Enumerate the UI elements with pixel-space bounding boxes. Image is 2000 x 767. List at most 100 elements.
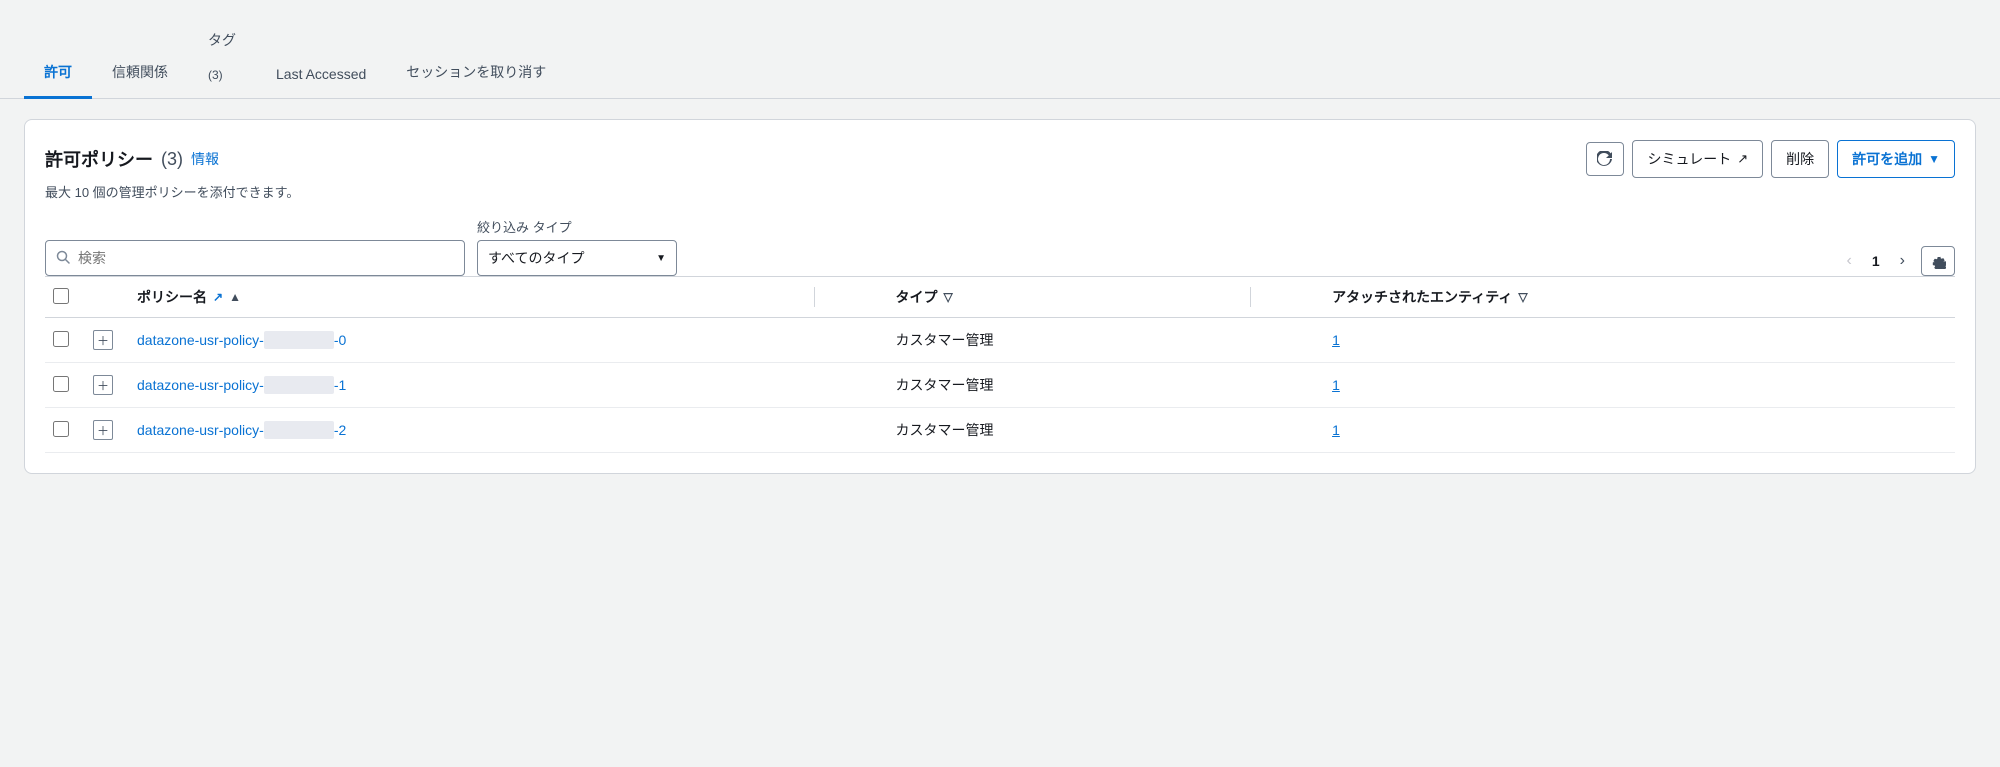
card-header: 許可ポリシー (3) 情報 シミュレート ↗ 削除 許可を追加 ▼ [45, 140, 1955, 178]
simulate-label: シミュレート [1647, 149, 1731, 169]
entities-link-2[interactable]: 1 [1332, 422, 1340, 438]
card-title-group: 許可ポリシー (3) 情報 [45, 146, 219, 172]
row-expand-cell: ＋ [81, 408, 125, 453]
tab-tags[interactable]: タグ (3) [188, 0, 256, 99]
main-content: 許可ポリシー (3) 情報 シミュレート ↗ 削除 許可を追加 ▼ [0, 99, 2000, 494]
table-settings-button[interactable] [1921, 246, 1955, 276]
table-row: ＋ datazone-usr-policy- -0 カスタマー管理 1 [45, 318, 1955, 363]
header-expand-cell [81, 277, 125, 318]
filter-type-label: 絞り込み タイプ [477, 217, 677, 236]
action-buttons: シミュレート ↗ 削除 許可を追加 ▼ [1586, 140, 1955, 178]
expand-row-icon-2[interactable]: ＋ [93, 420, 113, 440]
header-divider-2 [1236, 277, 1320, 318]
add-label: 許可を追加 [1852, 149, 1922, 169]
sort-desc-icon-type: ▽ [943, 290, 952, 304]
external-link-icon: ↗ [213, 290, 223, 304]
row-divider-2-1 [1236, 363, 1320, 408]
policy-table: ポリシー名 ↗ ▲ タイプ ▽ [45, 276, 1955, 453]
header-checkbox-cell [45, 277, 81, 318]
row-checkbox-cell [45, 408, 81, 453]
row-divider-2-2 [1236, 408, 1320, 453]
sort-name[interactable]: ポリシー名 ↗ ▲ [137, 287, 788, 307]
tabs-bar: 許可 信頼関係 タグ (3) Last Accessed セッションを取り消す [0, 0, 2000, 99]
next-page-button[interactable]: › [1892, 248, 1913, 274]
row-name-cell-0: datazone-usr-policy- -0 [125, 318, 800, 363]
gear-icon [1930, 253, 1946, 269]
entities-link-1[interactable]: 1 [1332, 377, 1340, 393]
row-checkbox-0[interactable] [53, 331, 69, 347]
policy-link-prefix-0[interactable]: datazone-usr-policy- [137, 332, 264, 348]
row-type-2: カスタマー管理 [883, 408, 1236, 453]
filter-row: 絞り込み タイプ すべてのタイプ AWS 管理 カスタマー管理 インラインポリシ… [45, 217, 1955, 276]
row-checkbox-1[interactable] [53, 376, 69, 392]
row-name-cell-1: datazone-usr-policy- -1 [125, 363, 800, 408]
select-all-checkbox[interactable] [53, 288, 69, 304]
tab-permissions[interactable]: 許可 [24, 48, 92, 99]
tab-trust[interactable]: 信頼関係 [92, 48, 188, 99]
row-checkbox-2[interactable] [53, 421, 69, 437]
simulate-external-icon: ↗ [1737, 151, 1748, 167]
row-checkbox-cell [45, 318, 81, 363]
row-expand-cell: ＋ [81, 318, 125, 363]
type-select[interactable]: すべてのタイプ AWS 管理 カスタマー管理 インラインポリシー [488, 250, 648, 266]
policy-link-prefix-1[interactable]: datazone-usr-policy- [137, 377, 264, 393]
tab-last-accessed[interactable]: Last Accessed [256, 52, 386, 99]
sort-desc-icon-entities: ▽ [1518, 290, 1527, 304]
select-arrow-icon: ▼ [656, 253, 666, 264]
name-covered-1 [264, 376, 334, 394]
card-count: (3) [161, 149, 183, 170]
row-divider-1-1 [800, 363, 884, 408]
header-entities[interactable]: アタッチされたエンティティ ▽ [1320, 277, 1955, 318]
expand-row-icon-1[interactable]: ＋ [93, 375, 113, 395]
table-row: ＋ datazone-usr-policy- -1 カスタマー管理 1 [45, 363, 1955, 408]
pagination-area: ‹ 1 › [1839, 246, 1955, 276]
prev-page-button[interactable]: ‹ [1839, 248, 1860, 274]
table-body: ＋ datazone-usr-policy- -0 カスタマー管理 1 ＋ [45, 318, 1955, 453]
row-divider-2-0 [1236, 318, 1320, 363]
info-link[interactable]: 情報 [191, 149, 219, 169]
header-name[interactable]: ポリシー名 ↗ ▲ [125, 277, 800, 318]
tab-revoke[interactable]: セッションを取り消す [386, 48, 566, 99]
table-row: ＋ datazone-usr-policy- -2 カスタマー管理 1 [45, 408, 1955, 453]
sort-type[interactable]: タイプ ▽ [895, 287, 1224, 307]
search-group [45, 240, 465, 276]
simulate-button[interactable]: シミュレート ↗ [1632, 140, 1763, 178]
search-input[interactable] [78, 250, 454, 266]
name-covered-2 [264, 421, 334, 439]
type-select-wrapper[interactable]: すべてのタイプ AWS 管理 カスタマー管理 インラインポリシー ▼ [477, 240, 677, 276]
header-name-label: ポリシー名 [137, 287, 207, 307]
name-content-1: datazone-usr-policy- -1 [137, 376, 788, 394]
delete-button[interactable]: 削除 [1771, 140, 1829, 178]
card-subtitle: 最大 10 個の管理ポリシーを添付できます。 [45, 182, 1955, 201]
row-entities-2: 1 [1320, 408, 1955, 453]
row-divider-1-2 [800, 408, 884, 453]
card-title: 許可ポリシー [45, 146, 153, 172]
row-entities-1: 1 [1320, 363, 1955, 408]
row-name-cell-2: datazone-usr-policy- -2 [125, 408, 800, 453]
add-arrow-icon: ▼ [1928, 152, 1940, 166]
row-expand-cell: ＋ [81, 363, 125, 408]
sort-entities[interactable]: アタッチされたエンティティ ▽ [1332, 287, 1943, 307]
page-number: 1 [1868, 249, 1884, 273]
type-filter-group: 絞り込み タイプ すべてのタイプ AWS 管理 カスタマー管理 インラインポリシ… [477, 217, 677, 276]
name-content-2: datazone-usr-policy- -2 [137, 421, 788, 439]
expand-row-icon-0[interactable]: ＋ [93, 330, 113, 350]
refresh-button[interactable] [1586, 142, 1624, 176]
policy-link-suffix-1[interactable]: -1 [334, 377, 346, 393]
search-icon [56, 250, 70, 267]
refresh-icon [1597, 151, 1613, 167]
name-covered-0 [264, 331, 334, 349]
header-type[interactable]: タイプ ▽ [883, 277, 1236, 318]
policy-link-suffix-2[interactable]: -2 [334, 422, 346, 438]
row-divider-1-0 [800, 318, 884, 363]
header-divider-1 [800, 277, 884, 318]
policy-link-prefix-2[interactable]: datazone-usr-policy- [137, 422, 264, 438]
tab-tags-label-line1: タグ [208, 32, 236, 48]
entities-link-0[interactable]: 1 [1332, 332, 1340, 348]
policy-link-suffix-0[interactable]: -0 [334, 332, 346, 348]
add-permission-button[interactable]: 許可を追加 ▼ [1837, 140, 1955, 178]
header-type-label: タイプ [895, 287, 937, 307]
row-entities-0: 1 [1320, 318, 1955, 363]
name-content-0: datazone-usr-policy- -0 [137, 331, 788, 349]
row-type-1: カスタマー管理 [883, 363, 1236, 408]
